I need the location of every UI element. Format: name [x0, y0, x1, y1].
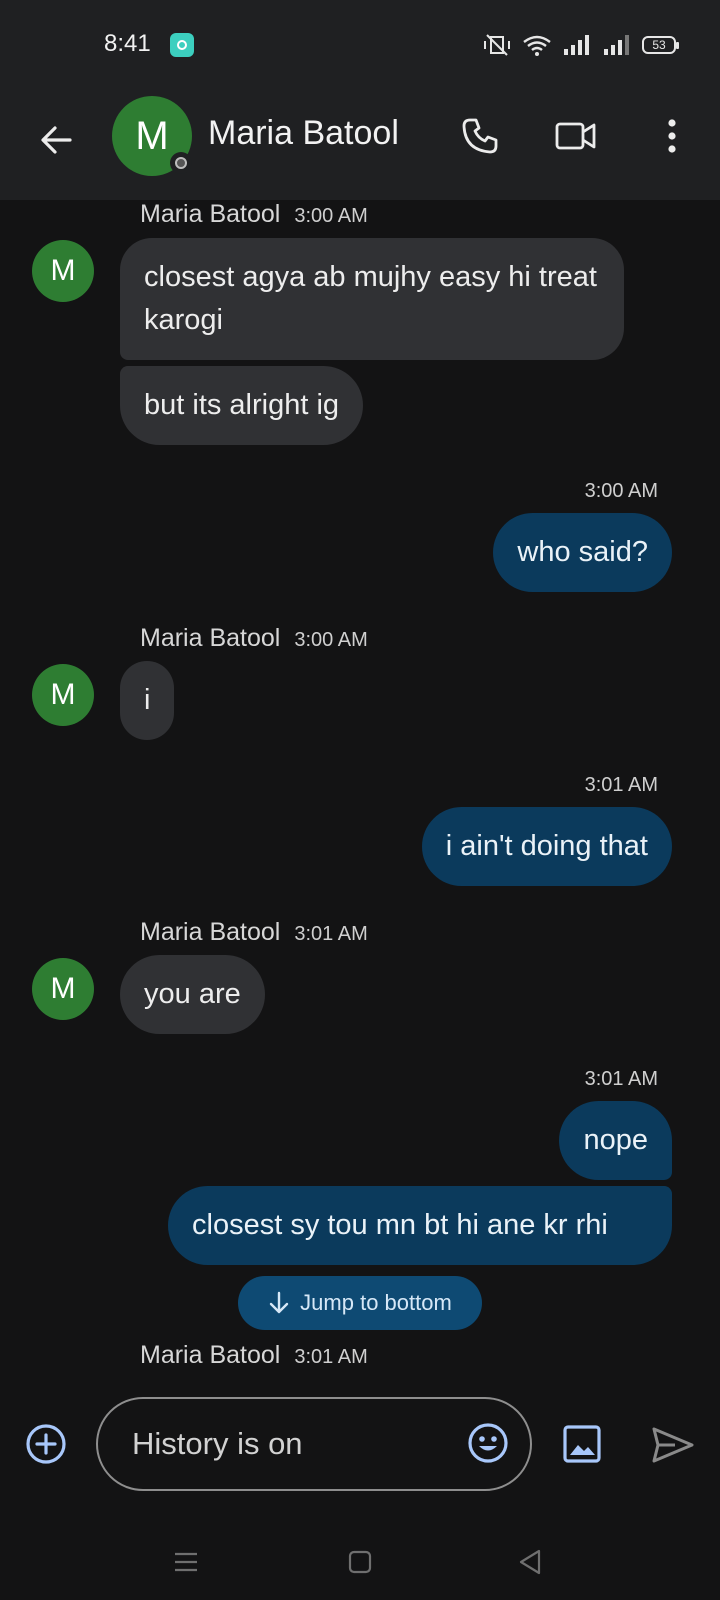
home-icon: [348, 1550, 372, 1574]
message-time: 3:00 AM: [294, 629, 368, 651]
back-arrow-icon: [41, 126, 72, 154]
jump-to-bottom-button[interactable]: Jump to bottom: [238, 1276, 482, 1330]
more-vert-icon: [668, 119, 676, 153]
add-circle-icon: [26, 1424, 66, 1464]
incoming-message-bubble[interactable]: i: [120, 661, 175, 740]
camera-app-icon: [170, 33, 194, 57]
status-bar: 8:41 53: [0, 0, 720, 90]
image-icon: [563, 1425, 601, 1463]
wifi-icon: [523, 35, 551, 56]
emoji-icon: [468, 1423, 508, 1463]
send-icon: [652, 1427, 694, 1463]
nav-menu-button[interactable]: [166, 1542, 206, 1582]
status-indicator-icon: [170, 152, 192, 174]
message-time: 3:00 AM: [294, 205, 368, 227]
send-button[interactable]: [648, 1420, 698, 1470]
phone-icon: [462, 118, 498, 154]
jump-to-bottom-label: Jump to bottom: [300, 1290, 452, 1315]
sender-name: Maria Batool: [140, 918, 281, 946]
message-time: 3:01 AM: [294, 1346, 368, 1368]
menu-icon: [175, 1552, 197, 1572]
sender-avatar[interactable]: M: [32, 240, 94, 302]
back-icon: [519, 1549, 541, 1575]
navigation-bar: [0, 1520, 720, 1600]
status-time: 8:41: [104, 30, 151, 57]
outgoing-message-bubble[interactable]: i ain't doing that: [421, 807, 672, 886]
message-time: 3:01 AM: [584, 774, 658, 796]
arrow-down-icon: [269, 1291, 289, 1314]
video-call-button[interactable]: [550, 110, 602, 162]
signal-icon: [564, 35, 589, 55]
call-button[interactable]: [454, 110, 506, 162]
outgoing-message-bubble[interactable]: who said?: [493, 513, 672, 592]
message-input-placeholder: History is on: [132, 1426, 303, 1461]
gallery-button[interactable]: [558, 1420, 606, 1468]
add-attachment-button[interactable]: [22, 1420, 70, 1468]
more-options-button[interactable]: [646, 110, 698, 162]
contact-name[interactable]: Maria Batool: [208, 114, 399, 153]
sender-line: Maria Batool 3:01 AM: [140, 918, 368, 947]
message-time: 3:01 AM: [584, 1068, 658, 1090]
sender-line: Maria Batool 3:00 AM: [140, 200, 368, 229]
nav-back-button[interactable]: [510, 1542, 550, 1582]
conversation-header: M Maria Batool: [0, 90, 720, 200]
video-camera-icon: [555, 122, 596, 150]
battery-indicator: 53: [642, 36, 679, 54]
nav-home-button[interactable]: [340, 1542, 380, 1582]
sender-name: Maria Batool: [140, 1341, 281, 1369]
sender-name: Maria Batool: [140, 200, 281, 228]
sender-name: Maria Batool: [140, 624, 281, 652]
message-time: 3:00 AM: [584, 480, 658, 502]
emoji-button[interactable]: [464, 1419, 512, 1467]
status-icons: 53: [482, 30, 679, 60]
sender-line: Maria Batool 3:00 AM: [140, 624, 368, 653]
signal-icon: [604, 35, 629, 55]
vibrate-off-icon: [484, 34, 510, 56]
back-button[interactable]: [28, 112, 84, 168]
sender-line: Maria Batool 3:01 AM: [140, 1341, 368, 1370]
incoming-message-bubble[interactable]: you are: [120, 955, 265, 1034]
outgoing-message-bubble[interactable]: closest sy tou mn bt hi ane kr rhi: [168, 1186, 672, 1265]
incoming-message-bubble[interactable]: but its alright ig: [120, 366, 364, 445]
sender-avatar[interactable]: M: [32, 958, 94, 1020]
outgoing-message-bubble[interactable]: nope: [559, 1101, 672, 1180]
incoming-message-bubble[interactable]: closest agya ab mujhy easy hi treat karo…: [120, 238, 624, 360]
sender-avatar[interactable]: M: [32, 664, 94, 726]
message-input-field[interactable]: History is on: [96, 1397, 532, 1491]
message-time: 3:01 AM: [294, 923, 368, 945]
